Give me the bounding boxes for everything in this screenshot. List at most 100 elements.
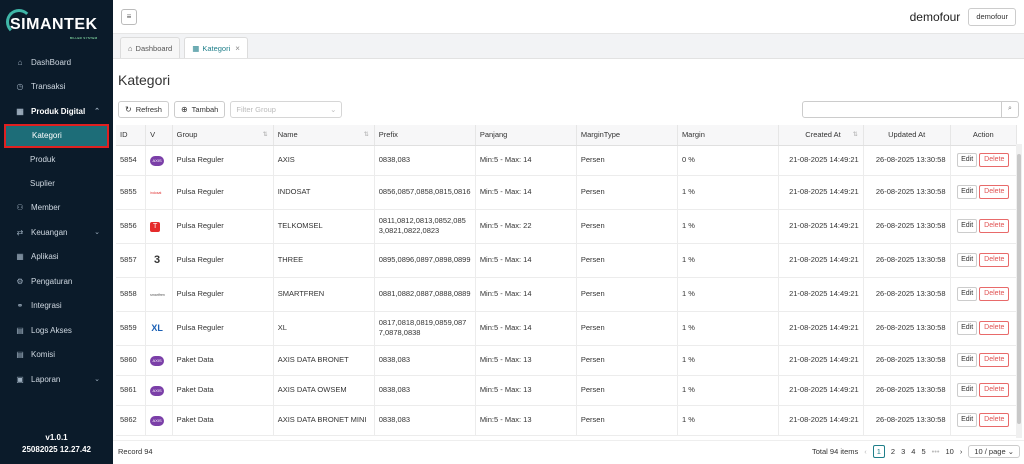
- chevron-down-icon: ⌄: [94, 229, 100, 237]
- cell-name: XL: [273, 311, 375, 346]
- col-panjang[interactable]: Panjang: [475, 125, 577, 146]
- cell-id: 5859: [116, 311, 147, 346]
- table-row[interactable]: 5855 indosat Pulsa Reguler INDOSAT 0856,0857…: [116, 175, 1018, 210]
- cell-panjang: Min:5 - Max: 14: [475, 145, 577, 176]
- brand-logo[interactable]: SIMANTEK BILLER SYSTEM: [0, 0, 113, 50]
- col-group[interactable]: Group ⇅: [172, 125, 274, 146]
- col-created[interactable]: Created At ⇅: [778, 125, 864, 146]
- page-5[interactable]: 5: [921, 447, 925, 456]
- chevron-down-icon: ⌄: [330, 104, 337, 114]
- delete-button[interactable]: Delete: [979, 321, 1010, 335]
- col-updated[interactable]: Updated At: [863, 125, 951, 146]
- edit-button[interactable]: Edit: [957, 153, 978, 167]
- col-label: Group: [176, 130, 198, 140]
- scroll-thumb[interactable]: [1017, 154, 1021, 424]
- col-prefix[interactable]: Prefix: [374, 125, 476, 146]
- page-size-select[interactable]: 10 / page ⌄: [968, 445, 1020, 458]
- sidebar-subitem-produk[interactable]: Produk: [0, 148, 113, 172]
- page-2[interactable]: 2: [891, 447, 895, 456]
- sidebar-subitem-suplier[interactable]: Suplier: [0, 172, 113, 196]
- tab-dashboard[interactable]: ⌂ Dashboard: [120, 37, 181, 58]
- cell-created: 21-08-2025 14:49:21: [778, 375, 864, 406]
- sidebar-item-pengaturan[interactable]: ⚙ Pengaturan: [0, 269, 113, 294]
- sidebar-subitem-label: Suplier: [30, 179, 55, 188]
- menu-toggle-button[interactable]: ≡: [121, 8, 137, 25]
- edit-button[interactable]: Edit: [957, 253, 978, 267]
- cell-panjang: Min:5 - Max: 13: [475, 375, 577, 406]
- operator-logo: T: [150, 221, 161, 232]
- edit-button[interactable]: Edit: [957, 413, 978, 427]
- cell-margintype: Persen: [576, 209, 678, 244]
- col-name[interactable]: Name ⇅: [273, 125, 375, 146]
- sidebar-item-label: Pengaturan: [31, 276, 73, 286]
- delete-button[interactable]: Delete: [979, 153, 1010, 167]
- sidebar-item-member[interactable]: ⚇ Member: [0, 196, 113, 221]
- edit-button[interactable]: Edit: [957, 321, 978, 335]
- delete-button[interactable]: Delete: [979, 185, 1010, 199]
- table-row[interactable]: 5856 T Pulsa Reguler TELKOMSEL 0811,0812,081…: [116, 209, 1018, 244]
- operator-logo: AXIS: [150, 155, 165, 166]
- sidebar-subitem-kategori[interactable]: Kategori: [4, 123, 109, 148]
- table-row[interactable]: 5859 XL Pulsa Reguler XL 0817,0818,0819,0859…: [116, 311, 1018, 346]
- cell-created: 21-08-2025 14:49:21: [778, 277, 864, 312]
- cell-id: 5862: [116, 405, 147, 436]
- tab-kategori[interactable]: ▦ Kategori ×: [184, 37, 248, 58]
- edit-button[interactable]: Edit: [957, 219, 978, 233]
- prev-page-icon[interactable]: ‹: [864, 447, 867, 456]
- delete-button[interactable]: Delete: [979, 383, 1010, 397]
- edit-button[interactable]: Edit: [957, 287, 978, 301]
- page-4[interactable]: 4: [911, 447, 915, 456]
- search-input[interactable]: [802, 100, 1002, 118]
- table-row[interactable]: 5861 AXIS Paket Data AXIS DATA OWSEM 0838,08…: [116, 375, 1018, 406]
- page-10[interactable]: 10: [946, 447, 954, 456]
- sidebar-item-laporan[interactable]: ▣ Laporan ⌄: [0, 367, 113, 392]
- kategori-table: ID V Group ⇅ Name ⇅ Prefix Panjang MarginT…: [116, 125, 1018, 436]
- operator-logo: AXIS: [150, 355, 165, 366]
- table-row[interactable]: 5860 AXIS Paket Data AXIS DATA BRONET 0838,0…: [116, 345, 1018, 376]
- edit-button[interactable]: Edit: [957, 185, 978, 199]
- cell-panjang: Min:5 - Max: 22: [475, 209, 577, 244]
- page-ellipsis[interactable]: •••: [932, 447, 940, 456]
- sidebar-item-integrasi[interactable]: ⚭ Integrasi: [0, 294, 113, 319]
- sidebar-item-logs-akses[interactable]: ▤ Logs Akses: [0, 318, 113, 343]
- filter-group-select[interactable]: Filter Group ⌄: [230, 100, 343, 118]
- table-row[interactable]: 5858 smartfren Pulsa Reguler SMARTFREN 0881,…: [116, 277, 1018, 312]
- table-scrollbar[interactable]: [1016, 144, 1022, 438]
- delete-button[interactable]: Delete: [979, 287, 1010, 301]
- edit-button[interactable]: Edit: [957, 383, 978, 397]
- cell-created: 21-08-2025 14:49:21: [778, 175, 864, 210]
- table-row[interactable]: 5857 3 Pulsa Reguler THREE 0895,0896,0897,08…: [116, 243, 1018, 278]
- cell-group: Pulsa Reguler: [172, 175, 274, 210]
- page-3[interactable]: 3: [901, 447, 905, 456]
- user-menu-button[interactable]: demofour: [968, 7, 1016, 26]
- sidebar-item-transaksi[interactable]: ◷ Transaksi: [0, 75, 113, 100]
- search-button[interactable]: ⌕: [1002, 100, 1019, 118]
- sidebar-item-aplikasi[interactable]: ▦ Aplikasi: [0, 245, 113, 270]
- page-1[interactable]: 1: [872, 445, 885, 458]
- sidebar-item-komisi[interactable]: ▤ Komisi: [0, 343, 113, 368]
- col-id[interactable]: ID: [116, 125, 147, 146]
- cell-name: SMARTFREN: [273, 277, 375, 312]
- sidebar-item-produk-digital[interactable]: ▦ Produk Digital ⌃: [0, 99, 113, 124]
- cell-updated: 26-08-2025 13:30:58: [863, 277, 951, 312]
- col-margintype[interactable]: MarginType: [576, 125, 678, 146]
- col-v[interactable]: V: [145, 125, 173, 146]
- cell-updated: 26-08-2025 13:30:58: [863, 243, 951, 278]
- delete-button[interactable]: Delete: [979, 413, 1010, 427]
- edit-button[interactable]: Edit: [957, 353, 978, 367]
- next-page-icon[interactable]: ›: [960, 447, 963, 456]
- add-button[interactable]: ⊕ Tambah: [173, 100, 226, 118]
- delete-button[interactable]: Delete: [979, 353, 1010, 367]
- refresh-button[interactable]: ↻ Refresh: [118, 100, 169, 118]
- table-row[interactable]: 5854 AXIS Pulsa Reguler AXIS 0838,083 Min:5 -…: [116, 145, 1018, 176]
- sidebar-item-dashboard[interactable]: ⌂ DashBoard: [0, 50, 113, 75]
- close-icon[interactable]: ×: [235, 44, 240, 53]
- delete-button[interactable]: Delete: [979, 219, 1010, 233]
- col-margin[interactable]: Margin: [677, 125, 780, 146]
- delete-button[interactable]: Delete: [979, 253, 1010, 267]
- sidebar-item-keuangan[interactable]: ⇄ Keuangan ⌄: [0, 220, 113, 245]
- table-row[interactable]: 5862 AXIS Paket Data AXIS DATA BRONET MINI 0…: [116, 405, 1018, 436]
- cell-margintype: Persen: [576, 345, 678, 376]
- cell-created: 21-08-2025 14:49:21: [778, 345, 864, 376]
- home-icon: ⌂: [17, 57, 23, 67]
